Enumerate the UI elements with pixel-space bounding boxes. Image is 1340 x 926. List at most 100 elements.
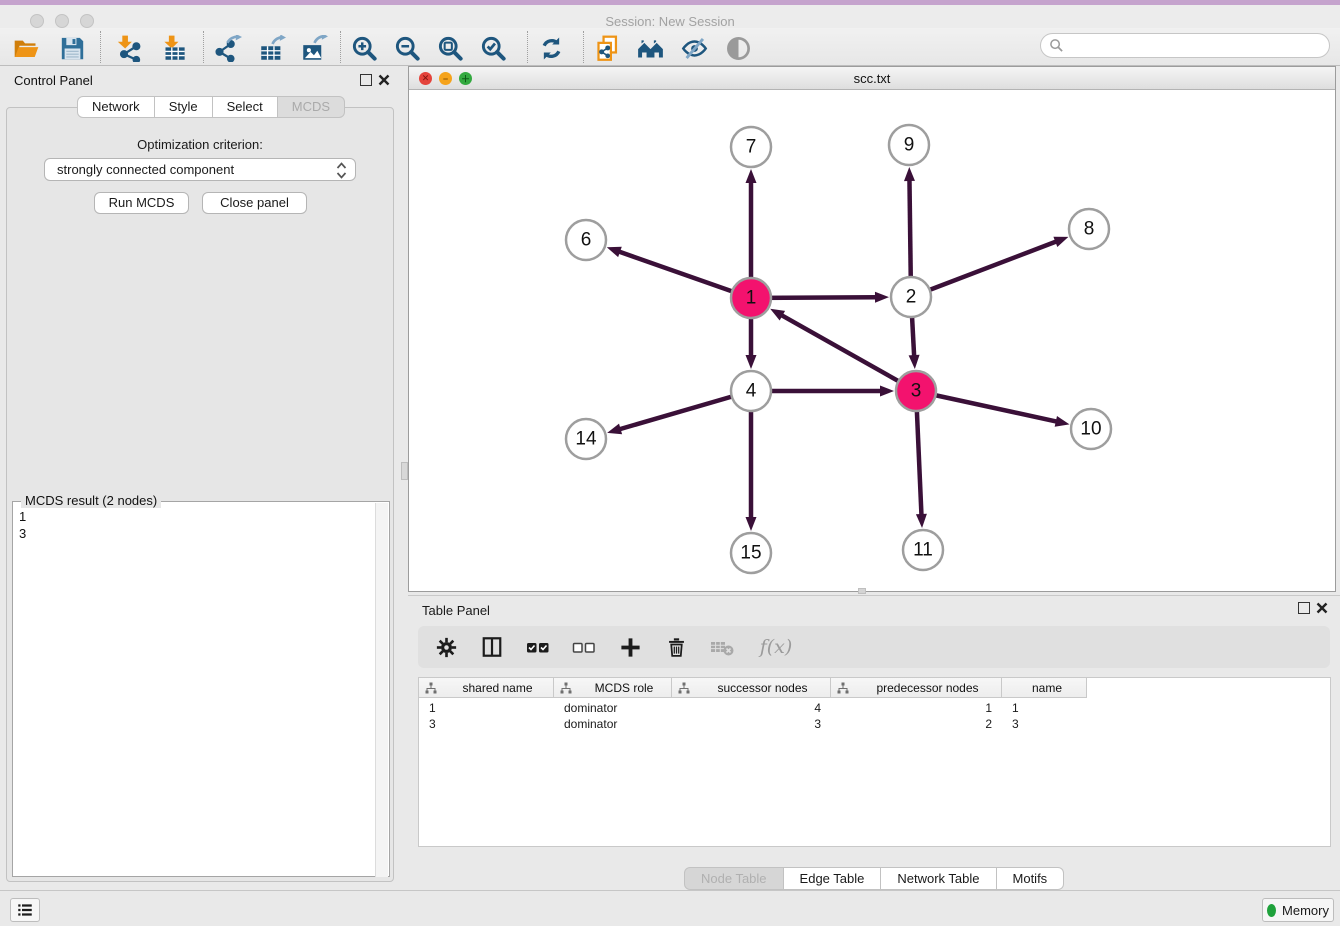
float-panel-icon[interactable] — [360, 74, 372, 86]
svg-text:14: 14 — [575, 429, 597, 450]
result-scrollbar[interactable] — [375, 503, 388, 877]
zoom-fit-icon[interactable] — [434, 32, 466, 64]
graph-node-9[interactable]: 9 — [889, 125, 929, 165]
delete-table-icon[interactable] — [710, 635, 734, 659]
column-header-name[interactable]: name — [1002, 678, 1087, 698]
network-window-title: scc.txt — [409, 71, 1335, 86]
table-cell[interactable]: 4 — [672, 700, 831, 716]
panel-divider-handle[interactable] — [401, 462, 408, 480]
search-input[interactable] — [1040, 33, 1330, 58]
graph-node-8[interactable]: 8 — [1069, 209, 1109, 249]
table-cell[interactable]: 1 — [419, 700, 554, 716]
table-cell[interactable]: 2 — [831, 716, 1002, 732]
application-window: Session: New Session — [0, 0, 1340, 926]
select-all-checkboxes-icon[interactable] — [526, 635, 550, 659]
table-cell[interactable]: 3 — [419, 716, 554, 732]
svg-text:8: 8 — [1084, 219, 1095, 240]
svg-text:10: 10 — [1080, 419, 1101, 440]
table-toolbar: f(x) — [418, 626, 1330, 668]
svg-text:6: 6 — [581, 230, 592, 251]
import-network-icon[interactable] — [112, 32, 144, 64]
import-table-icon[interactable] — [158, 32, 190, 64]
close-panel-icon[interactable] — [378, 74, 390, 86]
graph-node-14[interactable]: 14 — [566, 419, 606, 459]
column-header-successor-nodes[interactable]: successor nodes — [672, 678, 831, 698]
delete-column-trash-icon[interactable] — [664, 635, 688, 659]
graph-node-15[interactable]: 15 — [731, 533, 771, 573]
clone-network-icon[interactable] — [591, 32, 623, 64]
graph-node-6[interactable]: 6 — [566, 220, 606, 260]
graph-node-11[interactable]: 11 — [903, 530, 943, 570]
graph-node-4[interactable]: 4 — [731, 371, 771, 411]
export-table-icon[interactable] — [256, 32, 288, 64]
main-toolbar — [0, 28, 1340, 66]
graph-edge-1-6[interactable] — [607, 247, 751, 298]
tab-edge-table[interactable]: Edge Table — [784, 867, 882, 890]
column-header-MCDS-role[interactable]: MCDS role — [554, 678, 672, 698]
titlebar: Session: New Session — [0, 5, 1340, 28]
run-mcds-button[interactable]: Run MCDS — [94, 192, 189, 214]
network-canvas[interactable]: 7 9 6 8 1 2 4 3 14 10 15 11 — [409, 90, 1335, 591]
column-header-predecessor-nodes[interactable]: predecessor nodes — [831, 678, 1002, 698]
toolbar-separator — [583, 31, 584, 63]
first-neighbors-icon[interactable] — [634, 32, 666, 64]
table-row[interactable]: 1dominator411 — [419, 700, 1087, 716]
deselect-all-checkboxes-icon[interactable] — [572, 635, 596, 659]
tab-motifs[interactable]: Motifs — [997, 867, 1065, 890]
show-columns-icon[interactable] — [480, 635, 504, 659]
export-network-icon[interactable] — [212, 32, 244, 64]
graph-edge-4-14[interactable] — [607, 391, 751, 434]
network-graph[interactable]: 7 9 6 8 1 2 4 3 14 10 15 11 — [409, 90, 1335, 591]
zoom-in-icon[interactable] — [348, 32, 380, 64]
graph-edge-3-1[interactable] — [770, 309, 916, 391]
table-cell[interactable]: 1 — [831, 700, 1002, 716]
memory-button[interactable]: Memory — [1262, 898, 1334, 922]
tab-network[interactable]: Network — [77, 96, 155, 118]
table-cell[interactable]: 3 — [1002, 716, 1087, 732]
save-session-icon[interactable] — [56, 32, 88, 64]
table-cell[interactable]: 1 — [1002, 700, 1087, 716]
column-header-shared-name[interactable]: shared name — [419, 678, 554, 698]
table-cell[interactable]: 3 — [672, 716, 831, 732]
control-panel-header: Control Panel — [0, 66, 400, 94]
zoom-out-icon[interactable] — [391, 32, 423, 64]
graph-node-7[interactable]: 7 — [731, 127, 771, 167]
zoom-selected-icon[interactable] — [477, 32, 509, 64]
graph-node-1[interactable]: 1 — [731, 278, 771, 318]
table-cell[interactable]: dominator — [554, 700, 672, 716]
graph-node-10[interactable]: 10 — [1071, 409, 1111, 449]
control-panel-title: Control Panel — [14, 73, 93, 88]
optimization-criterion-dropdown[interactable]: strongly connected component — [44, 158, 356, 181]
graph-edge-3-10[interactable] — [916, 391, 1070, 427]
tab-network-table[interactable]: Network Table — [881, 867, 996, 890]
optimization-criterion-label: Optimization criterion: — [0, 137, 400, 152]
panel-resize-handle[interactable] — [858, 588, 866, 594]
tab-select[interactable]: Select — [213, 96, 278, 118]
graph-node-3[interactable]: 3 — [896, 371, 936, 411]
network-window-titlebar[interactable]: ✕ − ＋ scc.txt — [409, 67, 1335, 90]
float-table-panel-icon[interactable] — [1298, 602, 1310, 614]
task-history-button[interactable] — [10, 898, 40, 922]
status-bar: Memory — [0, 890, 1340, 926]
table-options-gear-icon[interactable] — [434, 635, 458, 659]
close-panel-button[interactable]: Close panel — [202, 192, 307, 214]
graph-node-2[interactable]: 2 — [891, 277, 931, 317]
close-table-panel-icon[interactable] — [1316, 602, 1328, 614]
function-builder-icon[interactable]: f(x) — [756, 635, 796, 659]
tab-node-table[interactable]: Node Table — [684, 867, 784, 890]
table-row[interactable]: 3dominator323 — [419, 716, 1087, 732]
add-column-icon[interactable] — [618, 635, 642, 659]
export-image-icon[interactable] — [298, 32, 330, 64]
graph-edge-2-8[interactable] — [911, 237, 1068, 297]
graph-edge-4-3[interactable] — [751, 386, 894, 397]
hide-selected-eye-icon[interactable] — [678, 32, 710, 64]
table-cell[interactable]: dominator — [554, 716, 672, 732]
svg-text:11: 11 — [913, 540, 933, 561]
show-all-eye-icon[interactable] — [722, 32, 754, 64]
tab-mcds[interactable]: MCDS — [278, 96, 345, 118]
tab-style[interactable]: Style — [155, 96, 213, 118]
svg-text:3: 3 — [911, 381, 922, 402]
refresh-layout-icon[interactable] — [535, 32, 567, 64]
open-folder-icon[interactable] — [10, 32, 42, 64]
mcds-result-text[interactable]: 1 3 — [19, 508, 26, 542]
